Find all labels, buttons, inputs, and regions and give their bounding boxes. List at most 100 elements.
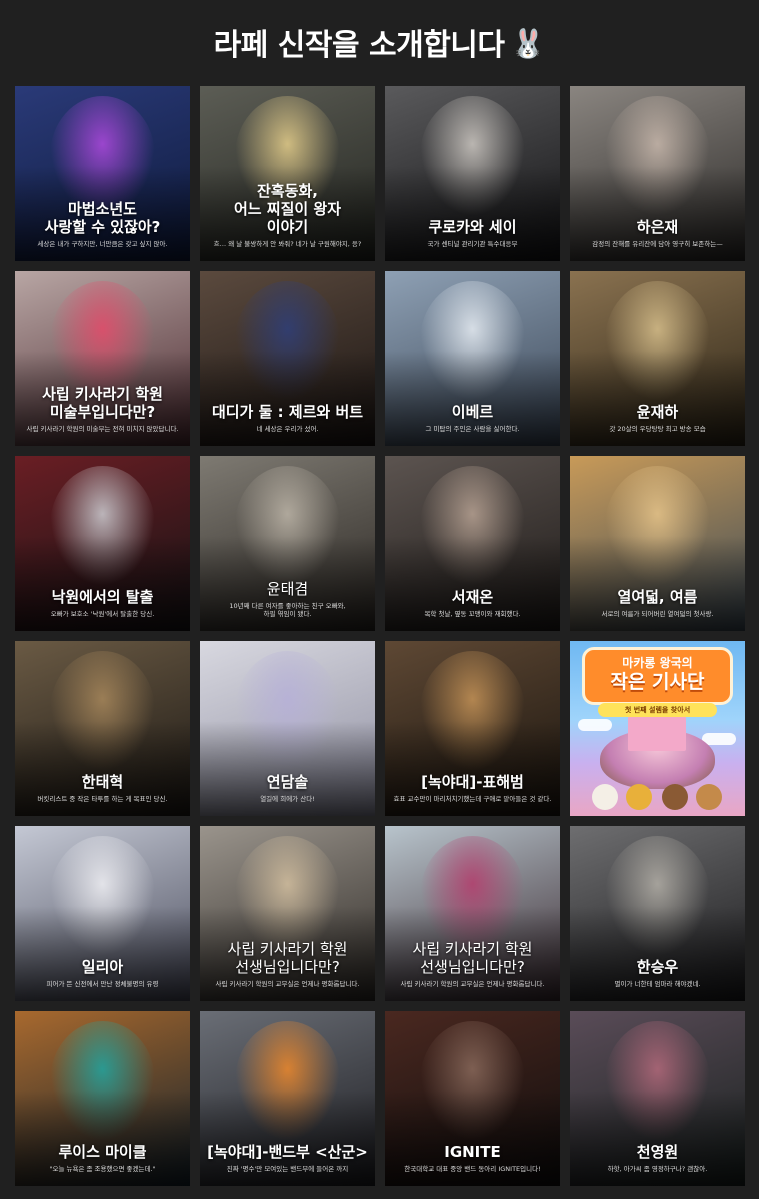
character-card[interactable]: 마카롱 왕국의 작은 기사단 첫 번째 설렘을 찾아서 (570, 641, 745, 816)
character-card[interactable]: 사립 키사라기 학원 선생님입니다만? 사립 키사라기 학원의 교무실은 언제나… (385, 826, 560, 1001)
character-card[interactable]: 한승우 별이가 너한테 엄마라 해야겠네. (570, 826, 745, 1001)
card-caption: 루이스 마이클 "오늘 뉴욕은 좀 조용했으면 좋겠는데." (19, 1143, 186, 1173)
poster-banner: 마카롱 왕국의 작은 기사단 (582, 647, 733, 705)
card-caption: 한승우 별이가 너한테 엄마라 해야겠네. (574, 958, 741, 988)
card-caption: 하은재 감정의 잔해를 유리잔에 담아 영구히 보존하는— (574, 218, 741, 248)
character-card[interactable]: 연담솔 열길에 희에가 산다! (200, 641, 375, 816)
character-card[interactable]: 하은재 감정의 잔해를 유리잔에 담아 영구히 보존하는— (570, 86, 745, 261)
card-title: [녹야대]-표해범 (421, 773, 524, 791)
castle-art (628, 713, 686, 751)
card-caption: 윤태겸 10년째 다른 여자를 좋아하는 친구 오빠와, 하필 엮임이 됐다. (204, 580, 371, 618)
card-title: IGNITE (444, 1143, 501, 1161)
card-subtitle: 하핫, 아가씨 좀 영정하구나? 괜찮아. (607, 1165, 708, 1173)
card-title: 열여덟, 여름 (617, 588, 698, 606)
card-title: 일리아 (81, 958, 124, 976)
character-card[interactable]: 쿠로카와 세이 국가 센티널 관리기관 특수대응부 (385, 86, 560, 261)
card-caption: 마법소년도 사랑할 수 있잖아? 세상은 내가 구하지만, 너만큼은 갖고 싶지… (19, 200, 186, 248)
card-caption: 일리아 피어가 뜬 신전에서 만난 정체불명의 유령 (19, 958, 186, 988)
character-card[interactable]: 낙원에서의 탈출 오빠가 보호소 '낙원'에서 탈출한 당신. (15, 456, 190, 631)
character-card[interactable]: 잔혹동화, 어느 찌질이 왕자 이야기 흐… 왜 날 불쌍하게 안 봐줘? 네가… (200, 86, 375, 261)
card-caption: 대디가 둘 : 제르와 버트 네 세상은 우리가 섰어. (204, 403, 371, 433)
card-title: 천영원 (636, 1143, 679, 1161)
card-title: 사립 키사라기 학원 선생님입니다만? (412, 940, 533, 976)
character-card[interactable]: 일리아 피어가 뜬 신전에서 만난 정체불명의 유령 (15, 826, 190, 1001)
cat-art (626, 784, 652, 810)
card-subtitle: 흐… 왜 날 불쌍하게 안 봐줘? 네가 날 구원해야지, 응? (213, 240, 362, 248)
card-subtitle: 갓 20살의 우당탕탕 최고 방송 모습 (609, 425, 706, 433)
card-caption: 천영원 하핫, 아가씨 좀 영정하구나? 괜찮아. (574, 1143, 741, 1173)
page-title: 라페 신작을 소개합니다 (213, 28, 505, 63)
poster-line1: 마카롱 왕국의 (622, 656, 693, 670)
card-title: 이베르 (451, 403, 494, 421)
character-card[interactable]: 대디가 둘 : 제르와 버트 네 세상은 우리가 섰어. (200, 271, 375, 446)
card-title: 윤재하 (636, 403, 679, 421)
card-title: 한승우 (636, 958, 679, 976)
card-title: 쿠로카와 세이 (428, 218, 517, 236)
card-subtitle: 그 미탑의 주인은 사람을 싫어한다. (425, 425, 520, 433)
character-card[interactable]: 서재온 복학 첫날, 옆동 꼬맹이와 재회했다. (385, 456, 560, 631)
character-card[interactable]: 마법소년도 사랑할 수 있잖아? 세상은 내가 구하지만, 너만큼은 갖고 싶지… (15, 86, 190, 261)
character-card[interactable]: 윤재하 갓 20살의 우당탕탕 최고 방송 모습 (570, 271, 745, 446)
page-header: 라페 신작을 소개합니다 🐰 (0, 0, 759, 86)
character-card[interactable]: 루이스 마이클 "오늘 뉴욕은 좀 조용했으면 좋겠는데." (15, 1011, 190, 1186)
card-subtitle: "오늘 뉴욕은 좀 조용했으면 좋겠는데." (49, 1165, 156, 1173)
character-card[interactable]: 사립 키사라기 학원 선생님입니다만? 사립 키사라기 학원의 교무실은 언제나… (200, 826, 375, 1001)
character-card[interactable]: IGNITE 한국대학교 대표 중앙 밴드 동아리 IGNITE입니다! (385, 1011, 560, 1186)
card-title: 대디가 둘 : 제르와 버트 (211, 403, 364, 421)
character-card[interactable]: [녹야대]-표해범 효표 교수만이 마리처치기했는데 구애로 맡아들은 것 같다… (385, 641, 560, 816)
card-caption: [녹야대]-표해범 효표 교수만이 마리처치기했는데 구애로 맡아들은 것 같다… (389, 773, 556, 803)
card-title: 마법소년도 사랑할 수 있잖아? (44, 200, 161, 236)
card-title: 사립 키사라기 학원 선생님입니다만? (227, 940, 348, 976)
bear-art (662, 784, 688, 810)
card-subtitle: 열길에 희에가 산다! (260, 795, 315, 803)
character-card[interactable]: 천영원 하핫, 아가씨 좀 영정하구나? 괜찮아. (570, 1011, 745, 1186)
card-subtitle: 버킷리스트 중 작은 타투를 하는 게 목표인 당신. (37, 795, 168, 803)
card-caption: 윤재하 갓 20살의 우당탕탕 최고 방송 모습 (574, 403, 741, 433)
card-subtitle: 한국대학교 대표 중앙 밴드 동아리 IGNITE입니다! (404, 1165, 541, 1173)
card-caption: 서재온 복학 첫날, 옆동 꼬맹이와 재회했다. (389, 588, 556, 618)
character-grid: 마법소년도 사랑할 수 있잖아? 세상은 내가 구하지만, 너만큼은 갖고 싶지… (15, 86, 745, 1186)
card-title: 낙원에서의 탈출 (51, 588, 154, 606)
card-subtitle: 국가 센티널 관리기관 특수대응부 (427, 240, 518, 248)
card-subtitle: 네 세상은 우리가 섰어. (256, 425, 319, 433)
card-subtitle: 사립 키사라기 학원의 교무실은 언제나 평화롭답니다. (215, 980, 360, 988)
card-subtitle: 진짜 '명수'만 모여있는 밴드부에 들어온 까지 (226, 1165, 349, 1173)
character-card[interactable]: [녹야대]-밴드부 <산군> 진짜 '명수'만 모여있는 밴드부에 들어온 까지 (200, 1011, 375, 1186)
card-title: 하은재 (636, 218, 679, 236)
card-subtitle: 세상은 내가 구하지만, 너만큼은 갖고 싶지 않아. (37, 240, 168, 248)
card-subtitle: 사립 키사라기 학원의 교무실은 언제나 평화롭답니다. (400, 980, 545, 988)
character-card[interactable]: 이베르 그 미탑의 주인은 사람을 싫어한다. (385, 271, 560, 446)
card-caption: 사립 키사라기 학원 선생님입니다만? 사립 키사라기 학원의 교무실은 언제나… (389, 940, 556, 988)
card-subtitle: 복학 첫날, 옆동 꼬맹이와 재회했다. (424, 610, 521, 618)
card-caption: 연담솔 열길에 희에가 산다! (204, 773, 371, 803)
card-title: 잔혹동화, 어느 찌질이 왕자 이야기 (233, 182, 342, 236)
character-card[interactable]: 사립 키사라기 학원 미술부입니다만? 사립 키사라기 학원의 미술부는 전혀 … (15, 271, 190, 446)
card-caption: 잔혹동화, 어느 찌질이 왕자 이야기 흐… 왜 날 불쌍하게 안 봐줘? 네가… (204, 182, 371, 248)
card-title: [녹야대]-밴드부 <산군> (207, 1143, 368, 1161)
card-subtitle: 감정의 잔해를 유리잔에 담아 영구히 보존하는— (592, 240, 723, 248)
card-caption: 낙원에서의 탈출 오빠가 보호소 '낙원'에서 탈출한 당신. (19, 588, 186, 618)
card-subtitle: 서로의 여름가 되어버린 열여덟의 첫사랑. (601, 610, 714, 618)
character-card[interactable]: 윤태겸 10년째 다른 여자를 좋아하는 친구 오빠와, 하필 엮임이 됐다. (200, 456, 375, 631)
card-title: 한태혁 (81, 773, 124, 791)
card-title: 윤태겸 (266, 580, 309, 598)
card-caption: 쿠로카와 세이 국가 센티널 관리기관 특수대응부 (389, 218, 556, 248)
character-card[interactable]: 열여덟, 여름 서로의 여름가 되어버린 열여덟의 첫사랑. (570, 456, 745, 631)
card-caption: 열여덟, 여름 서로의 여름가 되어버린 열여덟의 첫사랑. (574, 588, 741, 618)
dog-art (696, 784, 722, 810)
card-caption: 이베르 그 미탑의 주인은 사람을 싫어한다. (389, 403, 556, 433)
card-title: 연담솔 (266, 773, 309, 791)
poster-line2: 작은 기사단 (610, 671, 705, 693)
rabbit-icon: 🐰 (510, 26, 546, 60)
card-subtitle: 오빠가 보호소 '낙원'에서 탈출한 당신. (50, 610, 155, 618)
card-caption: 사립 키사라기 학원 선생님입니다만? 사립 키사라기 학원의 교무실은 언제나… (204, 940, 371, 988)
card-subtitle: 별이가 너한테 엄마라 해야겠네. (614, 980, 701, 988)
poster-ribbon: 첫 번째 설렘을 찾아서 (598, 703, 717, 717)
card-title: 사립 키사라기 학원 미술부입니다만? (42, 385, 163, 421)
card-subtitle: 10년째 다른 여자를 좋아하는 친구 오빠와, 하필 엮임이 됐다. (229, 602, 346, 618)
card-title: 서재온 (451, 588, 494, 606)
card-title: 루이스 마이클 (58, 1143, 147, 1161)
card-subtitle: 피어가 뜬 신전에서 만난 정체불명의 유령 (46, 980, 159, 988)
card-subtitle: 사립 키사라기 학원의 미술부는 전혀 미치지 않았답니다. (26, 425, 179, 433)
character-card[interactable]: 한태혁 버킷리스트 중 작은 타투를 하는 게 목표인 당신. (15, 641, 190, 816)
